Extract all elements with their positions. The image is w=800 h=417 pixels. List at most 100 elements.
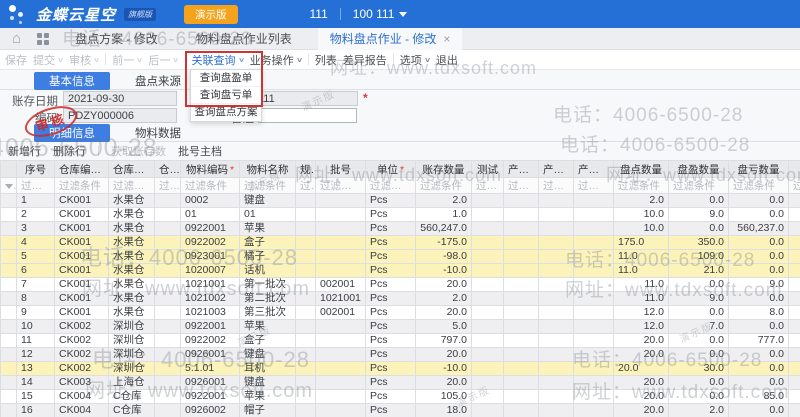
column-header[interactable]: 仓库编码* [55, 161, 109, 178]
filter-cell[interactable]: 过滤条件 [296, 178, 316, 194]
cell[interactable]: 14 [17, 376, 55, 390]
cell[interactable]: 5.0 [416, 320, 472, 334]
cell[interactable]: CK001 [55, 278, 109, 292]
cell[interactable]: 0.0 [669, 278, 729, 292]
grid-action-4[interactable]: 批号主档 [178, 143, 222, 159]
cell[interactable] [539, 404, 574, 417]
filter-cell[interactable]: 过滤条件 [472, 178, 504, 194]
cell[interactable] [296, 390, 316, 404]
cell[interactable]: 5.1.01 [181, 362, 240, 376]
table-row[interactable]: 6CK001水果仓1020007话机Pcs-10.011.021.00.0 [1, 264, 800, 278]
cell[interactable]: 第一批次 [240, 278, 296, 292]
cell[interactable]: 4 [17, 236, 55, 250]
filter-cell[interactable]: 过滤条件 [574, 178, 614, 194]
cell[interactable] [574, 362, 614, 376]
table-row[interactable]: 13CK002深圳仓5.1.01耳机Pcs-10.020.030.00.0 [1, 362, 800, 376]
cell[interactable] [504, 390, 539, 404]
cell[interactable]: 20.0 [614, 376, 669, 390]
cell[interactable] [296, 362, 316, 376]
cell[interactable] [539, 320, 574, 334]
cell[interactable]: 1020007 [181, 264, 240, 278]
cell[interactable]: 0922001 [181, 222, 240, 236]
cell[interactable] [472, 264, 504, 278]
column-header[interactable]: 测试 [472, 161, 504, 178]
cell[interactable]: -10.0 [416, 362, 472, 376]
cell[interactable]: 12.0 [614, 306, 669, 320]
cell[interactable] [574, 334, 614, 348]
cell[interactable]: 1 [17, 194, 55, 208]
menu-item-2[interactable]: 查询盘亏单 [191, 87, 261, 104]
cell[interactable]: 0922002 [181, 236, 240, 250]
cell[interactable]: 0.0 [729, 376, 789, 390]
cell[interactable]: 1021001 [181, 278, 240, 292]
cell[interactable]: 2 [17, 208, 55, 222]
cell[interactable] [155, 292, 181, 306]
cell[interactable] [296, 320, 316, 334]
cell[interactable] [472, 404, 504, 417]
cell[interactable] [472, 334, 504, 348]
cell[interactable]: 2.0 [669, 404, 729, 417]
cell[interactable] [316, 208, 366, 222]
column-header[interactable]: 盘盈数量 [669, 161, 729, 178]
cell[interactable] [316, 222, 366, 236]
cell[interactable]: 20.0 [416, 306, 472, 320]
cell[interactable]: 键盘 [240, 348, 296, 362]
filter-cell[interactable]: 过滤条件 [55, 178, 109, 194]
cell[interactable]: 560,247.0 [416, 222, 472, 236]
cell[interactable] [574, 306, 614, 320]
cell[interactable]: 水果仓 [109, 306, 155, 320]
cell[interactable]: 8 [17, 292, 55, 306]
cell[interactable]: 11 [17, 334, 55, 348]
cell[interactable] [296, 348, 316, 362]
cell[interactable] [155, 348, 181, 362]
cell[interactable]: 0.0 [729, 208, 789, 222]
cell[interactable]: 水果仓 [109, 264, 155, 278]
cell[interactable] [316, 264, 366, 278]
cell[interactable] [296, 334, 316, 348]
cell[interactable] [296, 306, 316, 320]
cell[interactable]: 苹果 [240, 222, 296, 236]
cell[interactable]: 话机 [240, 264, 296, 278]
cell[interactable]: 0.0 [669, 194, 729, 208]
cell[interactable]: 2.0 [416, 292, 472, 306]
cell[interactable] [155, 194, 181, 208]
cell[interactable]: 2.0 [416, 194, 472, 208]
cell[interactable]: 耳机 [240, 362, 296, 376]
cell[interactable] [504, 264, 539, 278]
cell[interactable]: Pcs [366, 208, 416, 222]
close-tab-icon[interactable]: × [443, 32, 450, 46]
cell[interactable] [316, 348, 366, 362]
filter-cell[interactable]: 过滤条件 [316, 178, 366, 194]
cell[interactable]: Pcs [366, 362, 416, 376]
cell[interactable] [539, 208, 574, 222]
table-row[interactable]: 15CK004C仓库0922001苹果Pcs105.020.00.085.0 [1, 390, 800, 404]
cell[interactable] [472, 362, 504, 376]
column-header[interactable]: 单位* [366, 161, 416, 178]
tab-2[interactable]: 盘点来源 [120, 72, 196, 90]
cell[interactable]: CK001 [55, 222, 109, 236]
cell[interactable] [504, 208, 539, 222]
top-nav-item-100-111[interactable]: 100 111 [341, 7, 420, 21]
cell[interactable]: 10.0 [614, 208, 669, 222]
table-row[interactable]: 1CK001水果仓0002键盘Pcs2.02.00.00.0 [1, 194, 800, 208]
cell[interactable] [316, 362, 366, 376]
cell[interactable]: Pcs [366, 306, 416, 320]
cell[interactable]: 苹果 [240, 390, 296, 404]
cell[interactable] [504, 194, 539, 208]
cell[interactable]: 深圳仓 [109, 362, 155, 376]
cell[interactable] [504, 348, 539, 362]
cell[interactable]: 键盘 [240, 376, 296, 390]
cell[interactable]: 350.0 [669, 236, 729, 250]
cell[interactable]: 0.0 [669, 306, 729, 320]
cell[interactable]: 盒子 [240, 334, 296, 348]
cell[interactable] [472, 306, 504, 320]
cell[interactable]: Pcs [366, 250, 416, 264]
cell[interactable] [504, 222, 539, 236]
cell[interactable] [574, 278, 614, 292]
table-row[interactable]: 7CK001水果仓1021001第一批次002001Pcs20.011.00.0… [1, 278, 800, 292]
cell[interactable] [504, 236, 539, 250]
table-row[interactable]: 12CK002深圳仓0926001键盘Pcs20.020.00.00.0 [1, 348, 800, 362]
cell[interactable] [155, 376, 181, 390]
cell[interactable]: 0.0 [729, 404, 789, 417]
cell[interactable]: 12.0 [614, 320, 669, 334]
